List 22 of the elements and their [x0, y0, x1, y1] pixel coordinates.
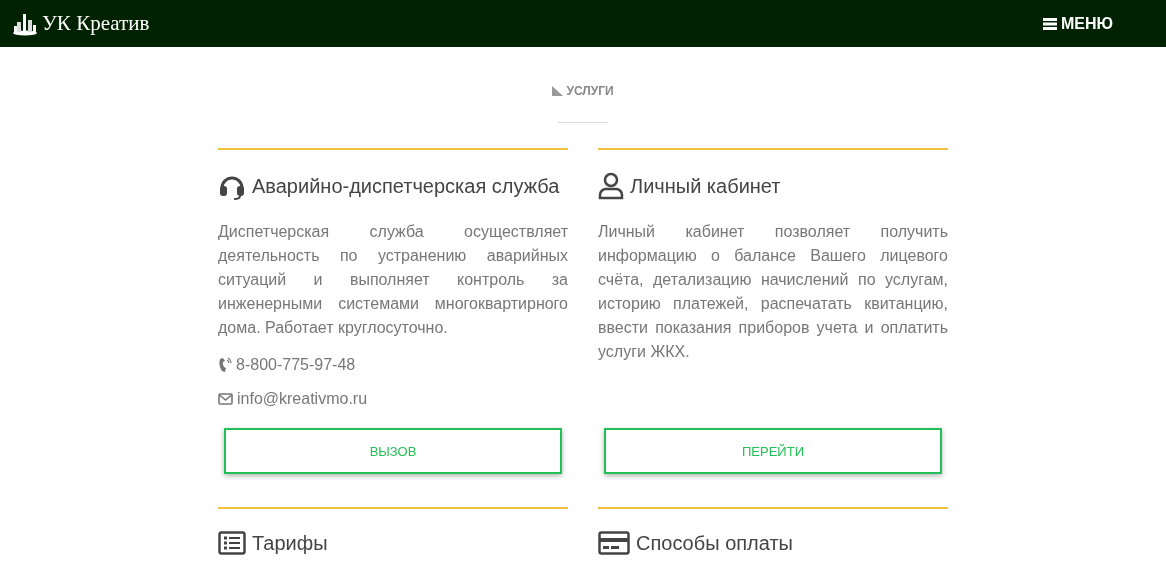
- card-title-text: Аварийно-диспетчерская служба: [252, 174, 560, 198]
- card-title-text: Тарифы: [252, 531, 328, 555]
- action-button[interactable]: ПЕРЕЙТИ: [604, 428, 942, 474]
- user-icon: [598, 172, 624, 200]
- card-title-text: Способы оплаты: [636, 531, 793, 555]
- card-description: Диспетчерская служба осуществляет деятельность по устранению аварийных ситуаций и выполняет контроль за инженерными системами многоквартирного дома. Работает круглосуточно.: [218, 222, 568, 338]
- signal-icon: [552, 86, 564, 96]
- list-icon: [218, 531, 246, 555]
- phone-icon: [218, 357, 232, 373]
- card-title-text: Личный кабинет: [630, 174, 781, 198]
- card-description: Личный кабинет позволяет получить информацию о балансе Вашего лицевого счёта, детализацию начислений по услугам, историю платежей, распечатать квитанцию, ввести показания приборов учета и оплатить услуги ЖКХ.: [598, 222, 948, 362]
- logo[interactable]: УК Креатив: [12, 11, 150, 36]
- action-button[interactable]: ВЫЗОВ: [224, 428, 562, 474]
- envelope-icon: [218, 393, 233, 405]
- credit-card-icon: [598, 531, 630, 555]
- logo-text: УК Креатив: [42, 11, 150, 36]
- menu-button[interactable]: МЕНЮ: [1042, 14, 1113, 33]
- city-skyline-icon: [12, 11, 38, 36]
- email-link[interactable]: info@kreativmo.ru: [237, 390, 368, 408]
- menu-icon: [1042, 17, 1057, 30]
- phone-number: 8-800-775-97-48: [236, 356, 356, 374]
- section-label: УСЛУГИ: [566, 84, 614, 98]
